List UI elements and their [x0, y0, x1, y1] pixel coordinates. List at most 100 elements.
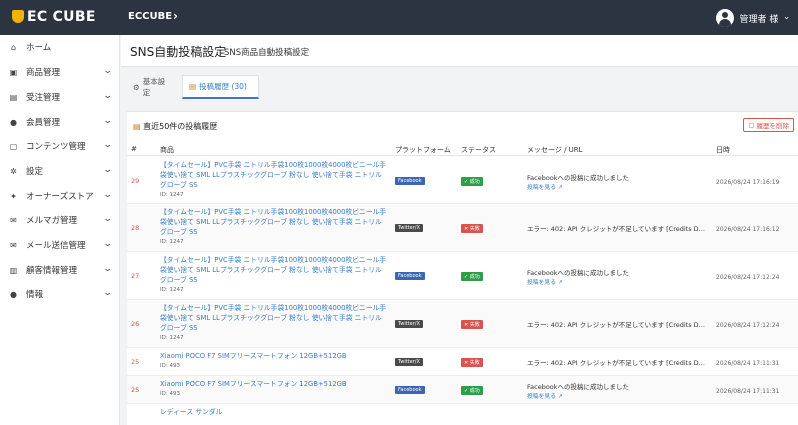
platform-badge: Twitter/X: [395, 358, 423, 366]
message-text: Facebookへの投稿に成功しました: [527, 173, 630, 182]
delete-label: 履歴を削除: [756, 122, 790, 130]
store-icon: ✦: [10, 191, 17, 201]
sidebar-item[interactable]: ✦ オーナーズストア ⌄: [0, 184, 120, 208]
col-id: #: [131, 145, 137, 153]
table-row: 29 【タイムセール】PVC手袋 ニトリル手袋100枚1000枚4000枚ビニール…: [127, 157, 798, 204]
message-text: エラー: 402: API クレジットが不足しています [Credits D..…: [527, 321, 705, 329]
col-platform: プラットフォーム: [395, 146, 451, 154]
history-icon: ▤: [189, 82, 197, 91]
chevron-right-icon[interactable]: ›: [173, 9, 178, 23]
sidebar: ⌂ ホーム ▣ 商品管理 ⌄ ▤ 受注管理 ⌄ ● 会員管理 ⌄ ▢ コンテンツ管理 ⌄ ✲ 設定 ⌄ ✦ オーナー…: [0, 35, 120, 425]
sidebar-item[interactable]: ✲ 設定 ⌄: [0, 159, 120, 183]
page-header: SNS自動投稿設定 SNS商品自動投稿設定: [121, 35, 798, 67]
cart-icon: ▤: [9, 92, 18, 102]
chevron-icon[interactable]: ›: [781, 16, 791, 20]
tab-bar: ⚙ 基本設定 ▤ 投稿履歴 (30): [121, 75, 798, 103]
main-content: SNS自動投稿設定 SNS商品自動投稿設定 ⚙ 基本設定 ▤ 投稿履歴 (30)…: [121, 35, 798, 425]
tab-label: 投稿履歴 (30): [199, 82, 247, 91]
table-row: レディース サンダル: [127, 404, 798, 425]
chevron-down-icon[interactable]: ⌄: [103, 264, 114, 274]
product-link[interactable]: レディース サンダル: [160, 408, 223, 416]
chevron-down-icon[interactable]: ⌄: [103, 190, 114, 200]
table-row: 25 Xiaomi POCO F7 SIMフリースマートフォン 12GB+512G…: [127, 376, 798, 404]
sidebar-item[interactable]: ⌂ ホーム: [0, 35, 120, 59]
sidebar-item[interactable]: ▥ 顧客情報管理 ⌄: [0, 258, 120, 282]
view-post-link[interactable]: 投稿を見る ↗: [527, 183, 712, 193]
chevron-down-icon[interactable]: ⌄: [103, 140, 114, 150]
user-avatar-icon[interactable]: [715, 9, 734, 27]
product-cell: レディース サンダル: [160, 407, 388, 417]
product-id: ID: 493: [160, 363, 180, 369]
customer-icon: ▥: [9, 265, 18, 275]
logo[interactable]: EC CUBE: [27, 9, 96, 25]
chevron-down-icon[interactable]: ⌄: [103, 214, 114, 224]
site-link[interactable]: ECCUBE: [128, 11, 172, 22]
platform-badge: Facebook: [395, 386, 425, 394]
product-cell: Xiaomi POCO F7 SIMフリースマートフォン 12GB+512GB I…: [160, 351, 388, 371]
view-post-link[interactable]: 投稿を見る ↗: [527, 392, 712, 402]
message-text: エラー: 402: API クレジットが不足しています [Credits D..…: [527, 359, 705, 367]
message-cell: Facebookへの投稿に成功しました 投稿を見る ↗: [527, 173, 712, 193]
sidebar-item[interactable]: ✉ メール送信管理 ⌄: [0, 233, 120, 257]
row-id: 28: [131, 224, 140, 232]
product-cell: 【タイムセール】PVC手袋 ニトリル手袋100枚1000枚4000枚ビニール手袋…: [160, 303, 388, 343]
product-link[interactable]: Xiaomi POCO F7 SIMフリースマートフォン 12GB+512GB: [160, 352, 347, 360]
sidebar-item[interactable]: ▢ コンテンツ管理 ⌄: [0, 134, 120, 158]
col-message: メッセージ / URL: [527, 146, 583, 154]
post-datetime: 2026/08/24 17:16:19: [716, 178, 780, 186]
panel-title: ▤ 直近50件の投稿履歴: [133, 121, 217, 132]
sidebar-item-label: ホーム: [26, 43, 52, 53]
sidebar-item[interactable]: ● 会員管理 ⌄: [0, 110, 120, 134]
product-link[interactable]: Xiaomi POCO F7 SIMフリースマートフォン 12GB+512GB: [160, 380, 347, 388]
page-title: SNS自動投稿設定: [130, 45, 227, 59]
sidebar-item[interactable]: ▣ 商品管理 ⌄: [0, 60, 120, 84]
row-id: 26: [131, 320, 140, 328]
product-cell: 【タイムセール】PVC手袋 ニトリル手袋100枚1000枚4000枚ビニール手袋…: [160, 160, 388, 200]
user-label[interactable]: 管理者 様: [740, 12, 779, 25]
ec-cube-logo-icon: [12, 10, 24, 23]
chevron-down-icon[interactable]: ⌄: [103, 91, 114, 101]
user-menu[interactable]: 管理者 様 ›: [715, 8, 791, 28]
page-subtitle: SNS商品自動投稿設定: [224, 48, 310, 58]
table-row: 26 【タイムセール】PVC手袋 ニトリル手袋100枚1000枚4000枚ビニール…: [127, 300, 798, 348]
sidebar-item[interactable]: ● 情報 ⌄: [0, 282, 120, 306]
tab-post-history[interactable]: ▤ 投稿履歴 (30): [182, 75, 259, 99]
chevron-down-icon[interactable]: ⌄: [103, 66, 114, 76]
message-text: Facebookへの投稿に成功しました: [527, 269, 630, 277]
platform-badge: Twitter/X: [395, 224, 423, 232]
row-id: 25: [131, 358, 140, 366]
users-icon: ●: [10, 117, 17, 127]
view-post-link[interactable]: 投稿を見る ↗: [527, 278, 712, 288]
product-link[interactable]: 【タイムセール】PVC手袋 ニトリル手袋100枚1000枚4000枚ビニール手袋…: [160, 256, 386, 284]
product-id: ID: 1247: [160, 192, 184, 198]
chevron-down-icon[interactable]: ⌄: [103, 239, 114, 249]
product-link[interactable]: 【タイムセール】PVC手袋 ニトリル手袋100枚1000枚4000枚ビニール手袋…: [160, 208, 386, 236]
message-text: Facebookへの投稿に成功しました: [527, 383, 630, 391]
status-badge: ✓ 成功: [461, 272, 483, 281]
mail-icon: ✉: [10, 215, 17, 225]
product-id: ID: 1247: [160, 287, 184, 293]
product-link[interactable]: 【タイムセール】PVC手袋 ニトリル手袋100枚1000枚4000枚ビニール手袋…: [160, 161, 386, 189]
platform-badge: Twitter/X: [395, 320, 423, 328]
history-panel: ▤ 直近50件の投稿履歴 ▢ 履歴を削除 # 商品 プラットフォーム ステータス…: [127, 111, 798, 425]
platform-badge: Facebook: [395, 272, 425, 280]
post-datetime: 2026/08/24 17:11:31: [716, 360, 780, 367]
post-datetime: 2026/08/24 17:16:12: [716, 226, 780, 233]
delete-history-button[interactable]: ▢ 履歴を削除: [743, 118, 794, 132]
row-id: 29: [131, 176, 140, 185]
col-date: 日時: [716, 146, 730, 154]
chevron-down-icon[interactable]: ⌄: [103, 116, 114, 126]
chevron-down-icon[interactable]: ⌄: [103, 288, 114, 298]
product-link[interactable]: 【タイムセール】PVC手袋 ニトリル手袋100枚1000枚4000枚ビニール手袋…: [160, 304, 386, 332]
table-header: # 商品 プラットフォーム ステータス メッセージ / URL 日時: [127, 142, 798, 156]
sidebar-item-label: メール送信管理: [26, 241, 86, 251]
sidebar-item[interactable]: ▤ 受注管理 ⌄: [0, 85, 120, 109]
row-id: 27: [131, 272, 140, 280]
message-text: エラー: 402: API クレジットが不足しています [Credits D..…: [527, 225, 705, 233]
chevron-down-icon[interactable]: ⌄: [103, 165, 114, 175]
table-row: 27 【タイムセール】PVC手袋 ニトリル手袋100枚1000枚4000枚ビニール…: [127, 252, 798, 300]
tab-basic-settings[interactable]: ⚙ 基本設定: [127, 75, 177, 99]
sidebar-item-label: 設定: [26, 167, 44, 177]
post-datetime: 2026/08/24 17:12:24: [716, 274, 780, 281]
sidebar-item[interactable]: ✉ メルマガ管理 ⌄: [0, 208, 120, 232]
